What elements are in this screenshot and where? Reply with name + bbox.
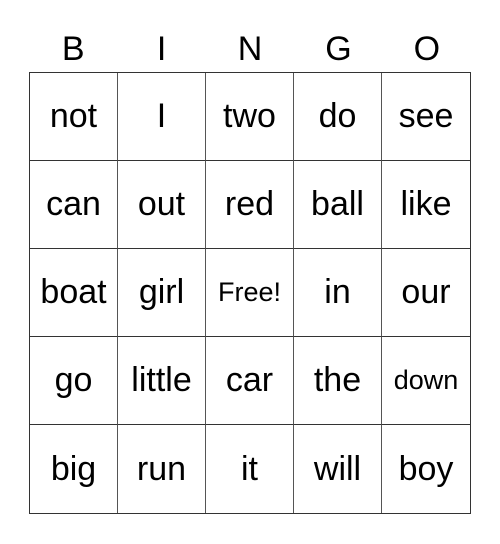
bingo-cell: car — [206, 337, 294, 425]
bingo-cell: run — [118, 425, 206, 513]
bingo-cell: down — [382, 337, 470, 425]
bingo-header: B I N G O — [29, 27, 471, 71]
header-letter-g: G — [325, 30, 352, 68]
header-letter-b: B — [61, 30, 85, 68]
bingo-cell: two — [206, 73, 294, 161]
bingo-cell: not — [30, 73, 118, 161]
bingo-cell: little — [118, 337, 206, 425]
bingo-cell: will — [294, 425, 382, 513]
bingo-cell: the — [294, 337, 382, 425]
bingo-cell: go — [30, 337, 118, 425]
bingo-cell: out — [118, 161, 206, 249]
bingo-cell: in — [294, 249, 382, 337]
bingo-cell: boat — [30, 249, 118, 337]
bingo-cell: see — [382, 73, 470, 161]
bingo-cell: do — [294, 73, 382, 161]
bingo-cell: can — [30, 161, 118, 249]
header-letter-n: N — [237, 30, 263, 68]
header-letter-i: I — [156, 30, 167, 68]
bingo-cell: red — [206, 161, 294, 249]
bingo-card-grid: not I two do see can out red ball like b… — [29, 72, 471, 514]
bingo-cell: like — [382, 161, 470, 249]
bingo-cell: our — [382, 249, 470, 337]
bingo-cell: girl — [118, 249, 206, 337]
free-space-cell: Free! — [206, 249, 294, 337]
header-letter-o: O — [413, 30, 441, 68]
bingo-cell: boy — [398, 449, 454, 488]
bingo-cell: big — [30, 425, 118, 513]
bingo-cell: it — [206, 425, 294, 513]
bingo-cell: I — [118, 73, 206, 161]
bingo-cell: ball — [294, 161, 382, 249]
